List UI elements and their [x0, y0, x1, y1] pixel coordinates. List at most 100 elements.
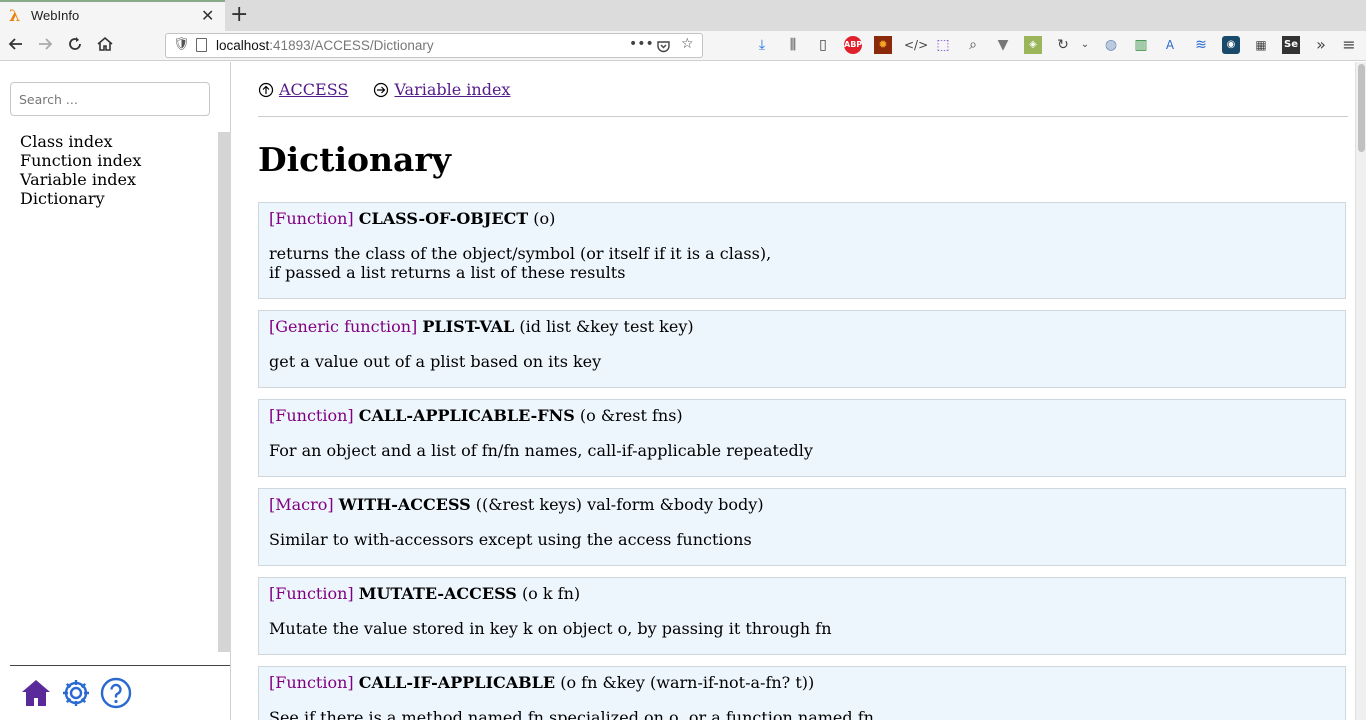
gear-icon[interactable]: [60, 677, 92, 709]
reload-button[interactable]: [66, 35, 84, 58]
columns-icon[interactable]: ▥: [1132, 36, 1150, 54]
sidebar-divider: [10, 665, 230, 666]
entry-description: Mutate the value stored in key k on obje…: [269, 619, 832, 638]
entry-args: (o): [533, 209, 556, 228]
search-extension-icon[interactable]: ⌕: [964, 36, 982, 54]
screenshot-icon[interactable]: ◉: [1222, 36, 1240, 54]
home-button[interactable]: [96, 35, 114, 58]
entry-args: ((&rest keys) val-form &body body): [475, 495, 764, 514]
url-host: localhost: [216, 38, 270, 53]
top-navigation: ACCESS Variable index: [258, 80, 530, 102]
nav-item-access[interactable]: ACCESS: [258, 80, 348, 99]
scrollbar-thumb[interactable]: [1358, 64, 1365, 152]
dictionary-entry: [Function] MUTATE-ACCESS (o k fn) Mutate…: [258, 577, 1346, 655]
close-tab-icon[interactable]: ✕: [201, 6, 214, 25]
sidebar-link-dictionary[interactable]: Dictionary: [20, 189, 141, 208]
sidebar-toggle-icon[interactable]: ▯: [814, 36, 832, 54]
globe-icon[interactable]: ◍: [1102, 36, 1120, 54]
entry-kind: [Generic function]: [269, 317, 418, 336]
sidebar-link-class-index[interactable]: Class index: [20, 132, 141, 151]
entry-description: returns the class of the object/symbol (…: [269, 244, 772, 282]
overflow-icon[interactable]: »: [1312, 36, 1330, 54]
back-button[interactable]: [7, 35, 25, 58]
home-icon[interactable]: [20, 677, 52, 709]
entry-signature: [Macro] WITH-ACCESS ((&rest keys) val-fo…: [269, 495, 1335, 514]
search-input[interactable]: [10, 82, 210, 116]
lambda-icon: λ: [9, 6, 21, 25]
dropdown-icon[interactable]: ⌄: [1076, 36, 1094, 54]
entry-args: (o k fn): [521, 584, 581, 603]
entry-args: (id list &key test key): [519, 317, 694, 336]
dictionary-entry: [Generic function] PLIST-VAL (id list &k…: [258, 310, 1346, 388]
main-scrollbar[interactable]: [1355, 62, 1366, 720]
library-icon[interactable]: ⫼: [784, 36, 802, 54]
shield-icon[interactable]: 🛡: [173, 37, 190, 52]
entry-name: CLASS-OF-OBJECT: [358, 209, 529, 228]
sidebar-links: Class index Function index Variable inde…: [20, 132, 141, 208]
selenium-icon[interactable]: Se: [1282, 36, 1300, 54]
header-divider: [258, 116, 1348, 117]
entry-signature: [Function] CALL-IF-APPLICABLE (o fn &key…: [269, 673, 1335, 692]
url-text[interactable]: localhost:41893/ACCESS/Dictionary: [216, 38, 434, 53]
entry-signature: [Function] MUTATE-ACCESS (o k fn): [269, 584, 1335, 603]
bookmark-star-icon[interactable]: ☆: [681, 36, 694, 52]
entry-name: WITH-ACCESS: [338, 495, 471, 514]
entry-signature: [Function] CLASS-OF-OBJECT (o): [269, 209, 1335, 228]
entry-description: For an object and a list of fn/fn names,…: [269, 441, 813, 460]
entry-name: PLIST-VAL: [422, 317, 515, 336]
entry-name: MUTATE-ACCESS: [358, 584, 517, 603]
filter-icon[interactable]: ▼: [994, 36, 1012, 54]
entry-kind: [Function]: [269, 406, 354, 425]
arrow-right-circle-icon: [374, 82, 389, 97]
address-bar[interactable]: 🛡 localhost:41893/ACCESS/Dictionary ••• …: [165, 33, 703, 58]
entry-description: Similar to with-accessors except using t…: [269, 530, 752, 549]
url-path: :41893/ACCESS/Dictionary: [269, 38, 434, 53]
help-icon[interactable]: [100, 677, 132, 709]
page-title: Dictionary: [258, 140, 451, 179]
entry-signature: [Generic function] PLIST-VAL (id list &k…: [269, 317, 1335, 336]
selection-icon[interactable]: ⬚: [934, 36, 952, 54]
entry-signature: [Function] CALL-APPLICABLE-FNS (o &rest …: [269, 406, 1335, 425]
navigation-toolbar: 🛡 localhost:41893/ACCESS/Dictionary ••• …: [0, 31, 1366, 61]
page-icon: [196, 38, 207, 52]
adblock-icon[interactable]: ABP: [844, 36, 862, 54]
entry-kind: [Function]: [269, 209, 354, 228]
arrow-up-circle-icon: [258, 82, 274, 97]
extension-green-icon[interactable]: ◈: [1024, 36, 1042, 54]
entry-description: get a value out of a plist based on its …: [269, 352, 602, 371]
sidebar-scrollbar[interactable]: [218, 132, 231, 652]
entry-name: CALL-APPLICABLE-FNS: [358, 406, 575, 425]
entry-kind: [Macro]: [269, 495, 334, 514]
entry-args: (o &rest fns): [579, 406, 683, 425]
qr-icon[interactable]: ▦: [1252, 36, 1270, 54]
sync-icon[interactable]: ↻: [1054, 36, 1072, 54]
entry-name: CALL-IF-APPLICABLE: [358, 673, 556, 692]
download-icon[interactable]: ⤓: [753, 36, 771, 54]
sidebar: Class index Function index Variable inde…: [0, 62, 231, 720]
translate-icon[interactable]: A: [1161, 36, 1179, 54]
entry-kind: [Function]: [269, 673, 354, 692]
new-tab-button[interactable]: +: [230, 2, 248, 27]
code-icon[interactable]: </>: [904, 36, 928, 54]
dictionary-entries: [Function] CLASS-OF-OBJECT (o) returns t…: [258, 202, 1346, 720]
browser-tab[interactable]: λ WebInfo ✕: [0, 0, 225, 31]
nav-item-variable-index[interactable]: Variable index: [373, 80, 510, 99]
dictionary-entry: [Macro] WITH-ACCESS ((&rest keys) val-fo…: [258, 488, 1346, 566]
extension-gear-icon[interactable]: ✹: [874, 36, 892, 54]
main-content: ACCESS Variable index Dictionary [Functi…: [232, 62, 1355, 720]
tab-bar: λ WebInfo ✕ +: [0, 0, 1366, 31]
more-actions-icon[interactable]: •••: [629, 36, 654, 52]
sidebar-link-variable-index[interactable]: Variable index: [20, 170, 141, 189]
dictionary-entry: [Function] CLASS-OF-OBJECT (o) returns t…: [258, 202, 1346, 299]
tab-title: WebInfo: [31, 8, 80, 23]
nav-link-access[interactable]: ACCESS: [279, 80, 348, 99]
entry-args: (o fn &key (warn-if-not-a-fn? t)): [560, 673, 815, 692]
layers-icon[interactable]: ≋: [1192, 36, 1210, 54]
dictionary-entry: [Function] CALL-IF-APPLICABLE (o fn &key…: [258, 666, 1346, 720]
pocket-icon[interactable]: [656, 36, 671, 58]
nav-link-variable-index[interactable]: Variable index: [394, 80, 510, 99]
forward-button[interactable]: [36, 35, 54, 58]
sidebar-link-function-index[interactable]: Function index: [20, 151, 141, 170]
dictionary-entry: [Function] CALL-APPLICABLE-FNS (o &rest …: [258, 399, 1346, 477]
menu-icon[interactable]: ≡: [1340, 36, 1358, 54]
